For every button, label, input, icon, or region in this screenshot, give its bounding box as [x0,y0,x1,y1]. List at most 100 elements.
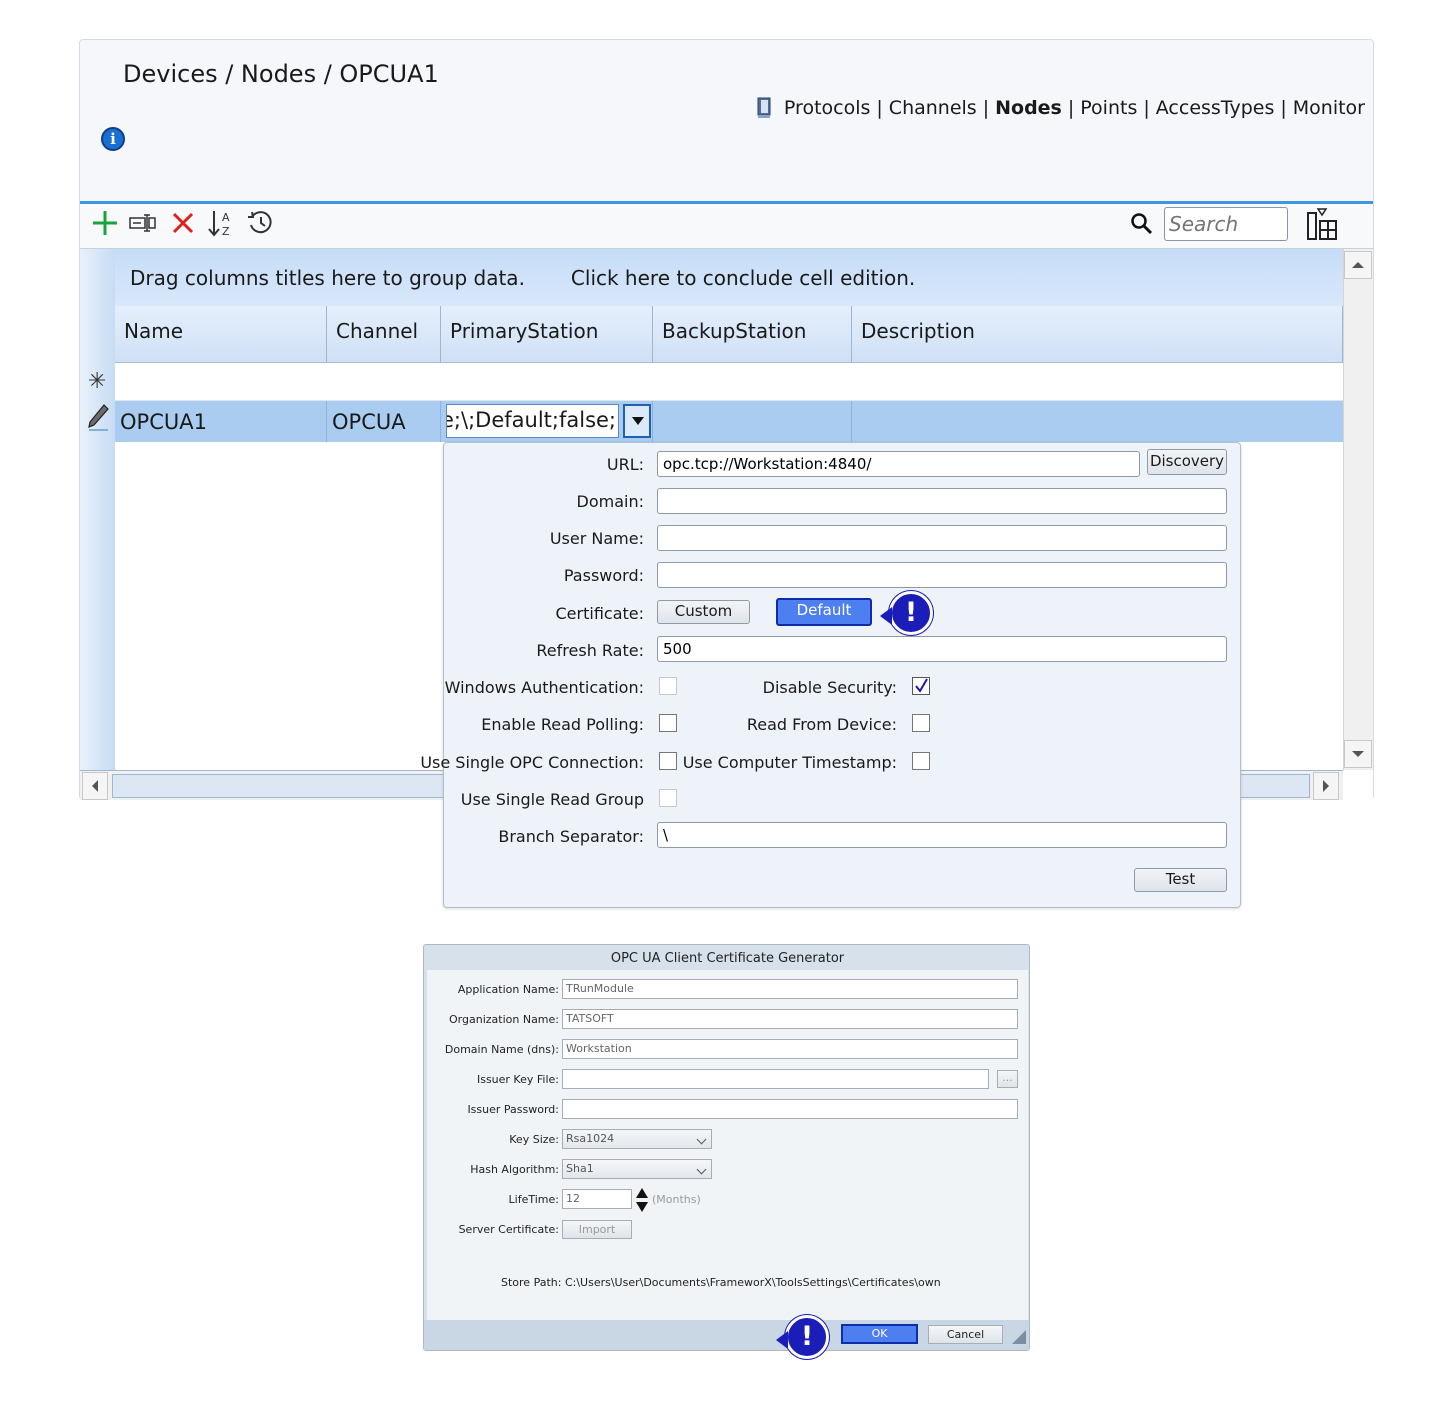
resize-grip-icon[interactable] [1008,1326,1028,1346]
dialog-body: Application Name: TRunModule Organizatio… [427,970,1028,1320]
ok-button[interactable]: OK [841,1324,918,1344]
org-name-input[interactable]: TATSOFT [562,1009,1018,1029]
windows-auth-label: Windows Authentication: [444,678,644,697]
browse-key-file-button[interactable]: ... [997,1070,1018,1088]
issuer-password-input[interactable] [562,1099,1018,1119]
nav-channels[interactable]: Channels [889,97,977,119]
key-size-label: Key Size: [509,1133,559,1146]
test-button[interactable]: Test [1134,868,1227,892]
certificate-label: Certificate: [555,604,645,623]
domain-input[interactable] [657,488,1227,514]
single-read-group-checkbox[interactable] [659,789,677,807]
row-header-gutter [80,249,115,770]
nav-points[interactable]: Points [1080,97,1137,119]
search-icon[interactable] [1130,212,1154,236]
column-chooser-icon[interactable] [1306,207,1338,241]
callout-marker-default: ! [880,591,933,635]
breadcrumb: Devices / Nodes / OPCUA1 [123,60,439,88]
hash-algorithm-label: Hash Algorithm: [470,1163,559,1176]
lifetime-input[interactable]: 12 [562,1189,632,1209]
app-name-input[interactable]: TRunModule [562,979,1018,999]
vertical-scrollbar[interactable] [1343,249,1373,770]
search-input[interactable] [1164,207,1288,241]
cancel-button[interactable]: Cancel [928,1325,1003,1344]
key-size-select[interactable]: Rsa1024 [562,1129,712,1149]
cell-channel[interactable]: OPCUA [327,401,441,442]
nav-monitor[interactable]: Monitor [1293,97,1365,119]
single-opc-connection-checkbox[interactable] [659,752,677,770]
book-icon [757,97,771,118]
dialog-title: OPC UA Client Certificate Generator [610,951,845,966]
default-certificate-button[interactable]: Default [776,598,872,626]
column-header-primarystation[interactable]: PrimaryStation [441,306,653,363]
custom-certificate-button[interactable]: Custom [657,600,750,624]
domain-name-input[interactable]: Workstation [562,1039,1018,1059]
cell-name[interactable]: OPCUA1 [115,401,327,442]
nav-protocols[interactable]: Protocols [784,97,870,119]
import-button[interactable]: Import [562,1220,632,1239]
disable-security-checkbox[interactable] [912,677,930,695]
nav-accesstypes[interactable]: AccessTypes [1156,97,1275,119]
conclude-edit-hint[interactable]: Click here to conclude cell edition. [571,266,915,290]
read-from-device-label: Read From Device: [746,715,897,734]
nav-separator: | [876,97,883,119]
domain-label: Domain: [576,492,644,511]
org-name-label: Organization Name: [449,1013,559,1026]
password-input[interactable] [657,562,1227,588]
column-header-channel[interactable]: Channel [327,306,441,363]
scroll-left-button[interactable] [82,772,108,800]
history-icon[interactable] [246,208,276,238]
info-icon[interactable]: i [101,127,125,151]
checkmark-icon [915,678,928,693]
branch-separator-input[interactable] [657,822,1227,848]
discovery-button[interactable]: Discovery [1147,449,1227,475]
rename-icon[interactable] [128,208,158,238]
scroll-up-button[interactable] [1344,251,1372,279]
nav-separator: | [982,97,990,119]
dialog-footer: OK Cancel [424,1320,1029,1350]
url-input[interactable] [657,451,1140,477]
table-row[interactable]: OPCUA1 OPCUA [115,401,1343,442]
nav-separator: | [1067,97,1075,119]
scroll-right-button[interactable] [1313,772,1339,800]
server-certificate-label: Server Certificate: [458,1223,559,1236]
column-header-name[interactable]: Name [115,306,327,363]
refresh-rate-input[interactable] [657,636,1227,662]
username-input[interactable] [657,525,1227,551]
arrow-right-icon [1323,780,1329,792]
new-row[interactable] [115,363,1343,401]
enable-read-polling-checkbox[interactable] [659,714,677,732]
branch-separator-label: Branch Separator: [498,827,644,846]
lifetime-label: LifeTime: [508,1193,559,1206]
cell-description[interactable] [852,401,1343,442]
column-header-description[interactable]: Description [852,306,1343,363]
arrow-left-icon [92,780,98,792]
lifetime-spinner-icon[interactable] [635,1187,649,1213]
primarystation-editor[interactable]: ılse;\;Default;false; [446,404,619,438]
arrow-down-icon [1352,751,1364,757]
header-panel [80,121,1373,203]
store-path: Store Path: C:\Users\User\Documents\Fram… [501,1276,941,1289]
computer-timestamp-checkbox[interactable] [912,752,930,770]
toolbar: A Z [80,204,1373,248]
cell-backupstation[interactable] [653,401,852,442]
read-from-device-checkbox[interactable] [912,714,930,732]
hash-algorithm-select[interactable]: Sha1 [562,1159,712,1179]
store-path-value: C:\Users\User\Documents\FrameworX\ToolsS… [564,1276,941,1289]
sort-az-icon[interactable]: A Z [206,208,236,238]
group-by-bar[interactable]: Drag columns titles here to group data. C… [115,249,1343,306]
callout-marker-ok: ! [776,1315,829,1359]
scroll-down-button[interactable] [1344,740,1372,768]
windows-auth-checkbox[interactable] [659,677,677,695]
refresh-rate-label: Refresh Rate: [536,641,644,660]
certificate-generator-dialog: OPC UA Client Certificate Generator Appl… [423,944,1030,1359]
new-row-asterisk-icon: ✳ [88,369,107,394]
issuer-key-file-input[interactable] [562,1069,989,1089]
add-icon[interactable] [90,208,120,238]
primarystation-dropdown-button[interactable] [623,404,651,438]
nav-separator: | [1143,97,1150,119]
issuer-password-label: Issuer Password: [467,1103,559,1116]
delete-icon[interactable] [168,208,198,238]
nav-nodes[interactable]: Nodes [995,97,1062,119]
column-header-backupstation[interactable]: BackupStation [653,306,852,363]
